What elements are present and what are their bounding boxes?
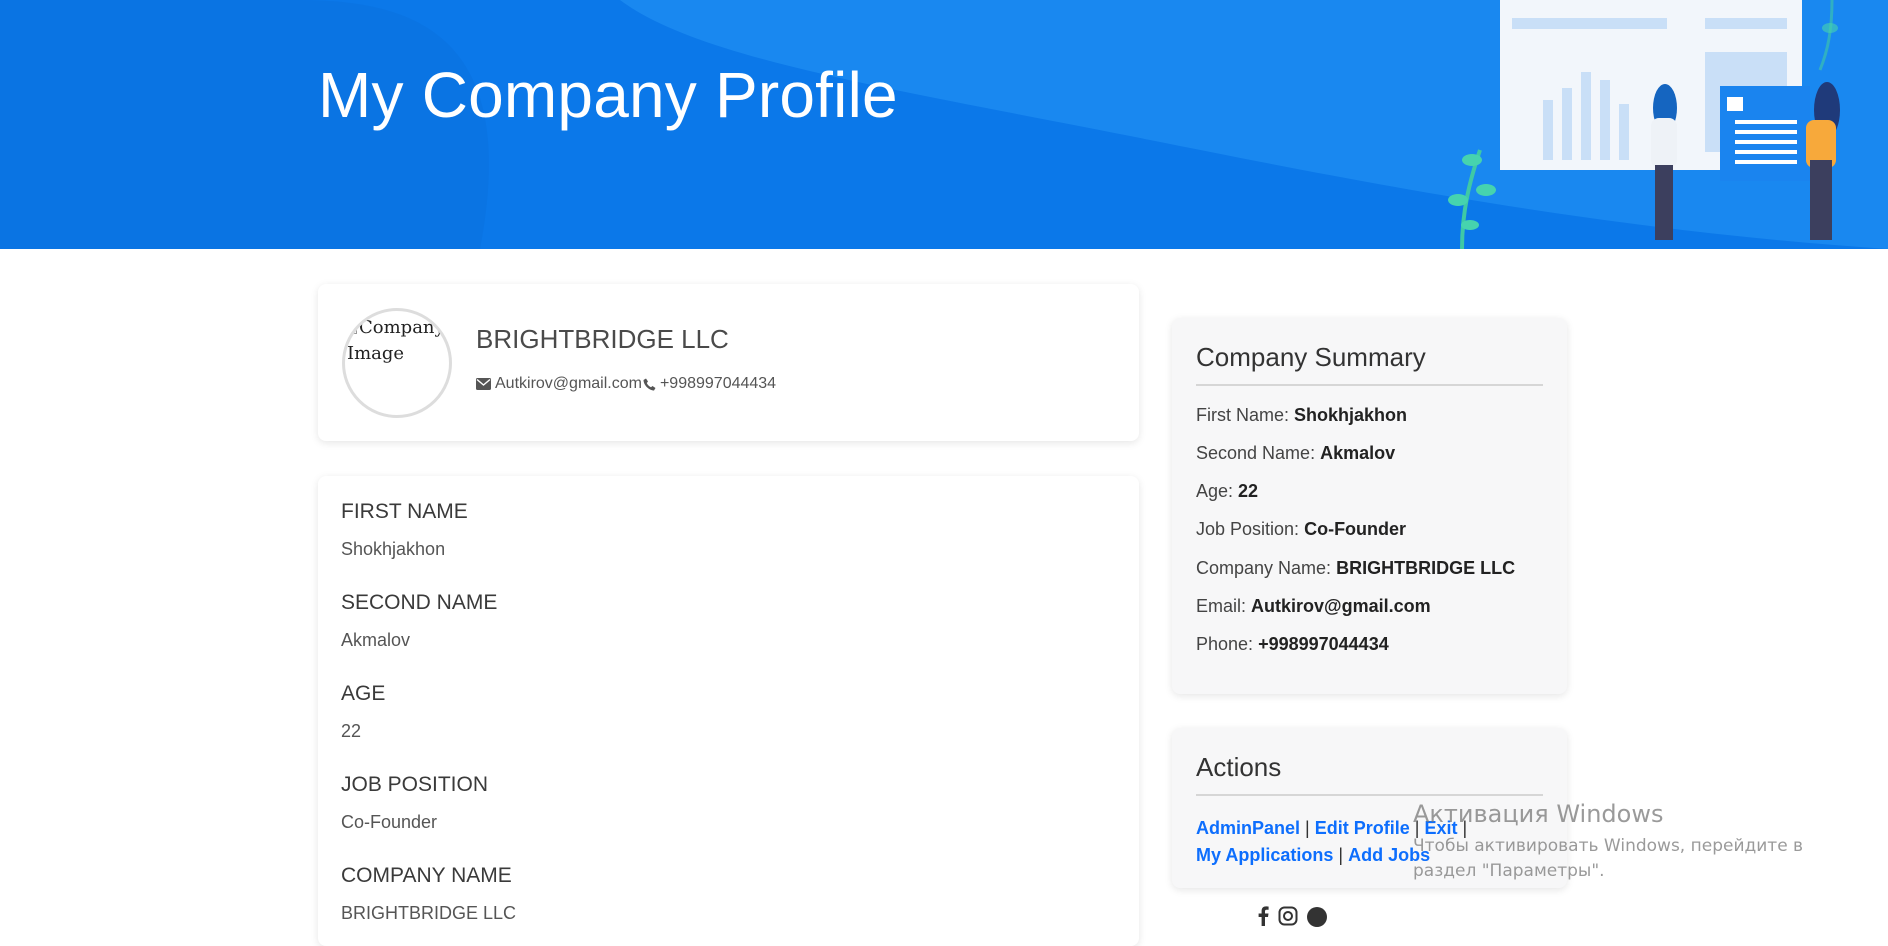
exit-link[interactable]: Exit — [1424, 818, 1457, 838]
admin-panel-link[interactable]: AdminPanel — [1196, 818, 1300, 838]
company-avatar: Company Image — [342, 308, 452, 418]
contact-line: Autkirov@gmail.com +998997044434 — [476, 375, 776, 393]
field-value-age: 22 — [341, 721, 362, 741]
my-applications-link[interactable]: My Applications — [1196, 845, 1333, 865]
facebook-icon[interactable] — [1256, 906, 1270, 926]
actions-title: Actions — [1196, 752, 1282, 782]
field-value-second-name: Akmalov — [341, 630, 411, 650]
field-label-first-name: FIRST NAME — [341, 500, 468, 523]
envelope-icon — [476, 378, 491, 390]
summary-row-company-name: Company Name: BRIGHTBRIDGE LLC — [1196, 558, 1516, 578]
field-value-company-name: BRIGHTBRIDGE LLC — [341, 903, 517, 923]
summary-row-job-position: Job Position: Co-Founder — [1196, 519, 1407, 539]
contact-email: Autkirov@gmail.com — [495, 375, 642, 392]
details-card: FIRST NAME Shokhjakhon SECOND NAME Akmal… — [318, 476, 1139, 946]
avatar-alt-text: Company Image — [347, 317, 445, 364]
field-label-company-name: COMPANY NAME — [341, 864, 512, 887]
link-separator: | — [1462, 818, 1468, 838]
field-label-age: AGE — [341, 682, 386, 705]
circle-icon[interactable] — [1306, 906, 1328, 928]
hero-illustration — [0, 0, 1888, 249]
actions-divider — [1196, 794, 1543, 796]
page-title: My Company Profile — [318, 59, 898, 131]
add-jobs-link[interactable]: Add Jobs — [1348, 845, 1430, 865]
summary-row-phone: Phone: +998997044434 — [1196, 634, 1389, 654]
link-separator: | — [1414, 818, 1420, 838]
summary-row-first-name: First Name: Shokhjakhon — [1196, 405, 1408, 425]
summary-row-email: Email: Autkirov@gmail.com — [1196, 596, 1431, 616]
field-value-first-name: Shokhjakhon — [341, 539, 446, 559]
link-separator: | — [1338, 845, 1344, 865]
profile-card: Company Image BRIGHTBRIDGE LLC Autkirov@… — [318, 284, 1139, 441]
company-name-heading: BRIGHTBRIDGE LLC — [476, 324, 729, 354]
phone-icon — [643, 378, 656, 390]
field-label-second-name: SECOND NAME — [341, 591, 498, 614]
summary-row-second-name: Second Name: Akmalov — [1196, 443, 1396, 463]
summary-row-age: Age: 22 — [1196, 481, 1259, 501]
edit-profile-link[interactable]: Edit Profile — [1315, 818, 1410, 838]
company-summary-card: Company Summary First Name: Shokhjakhon … — [1172, 318, 1567, 694]
field-label-job-position: JOB POSITION — [341, 773, 489, 796]
summary-divider — [1196, 384, 1543, 386]
actions-links: AdminPanel | Edit Profile | Exit | My Ap… — [1196, 815, 1556, 869]
instagram-icon[interactable] — [1278, 906, 1298, 926]
field-value-job-position: Co-Founder — [341, 812, 438, 832]
link-separator: | — [1305, 818, 1310, 838]
actions-card: Actions AdminPanel | Edit Profile | Exit… — [1172, 728, 1567, 888]
summary-title: Company Summary — [1196, 342, 1426, 372]
social-icons — [1256, 906, 1328, 928]
hero-banner: My Company Profile — [0, 0, 1888, 249]
contact-phone: +998997044434 — [659, 375, 777, 392]
